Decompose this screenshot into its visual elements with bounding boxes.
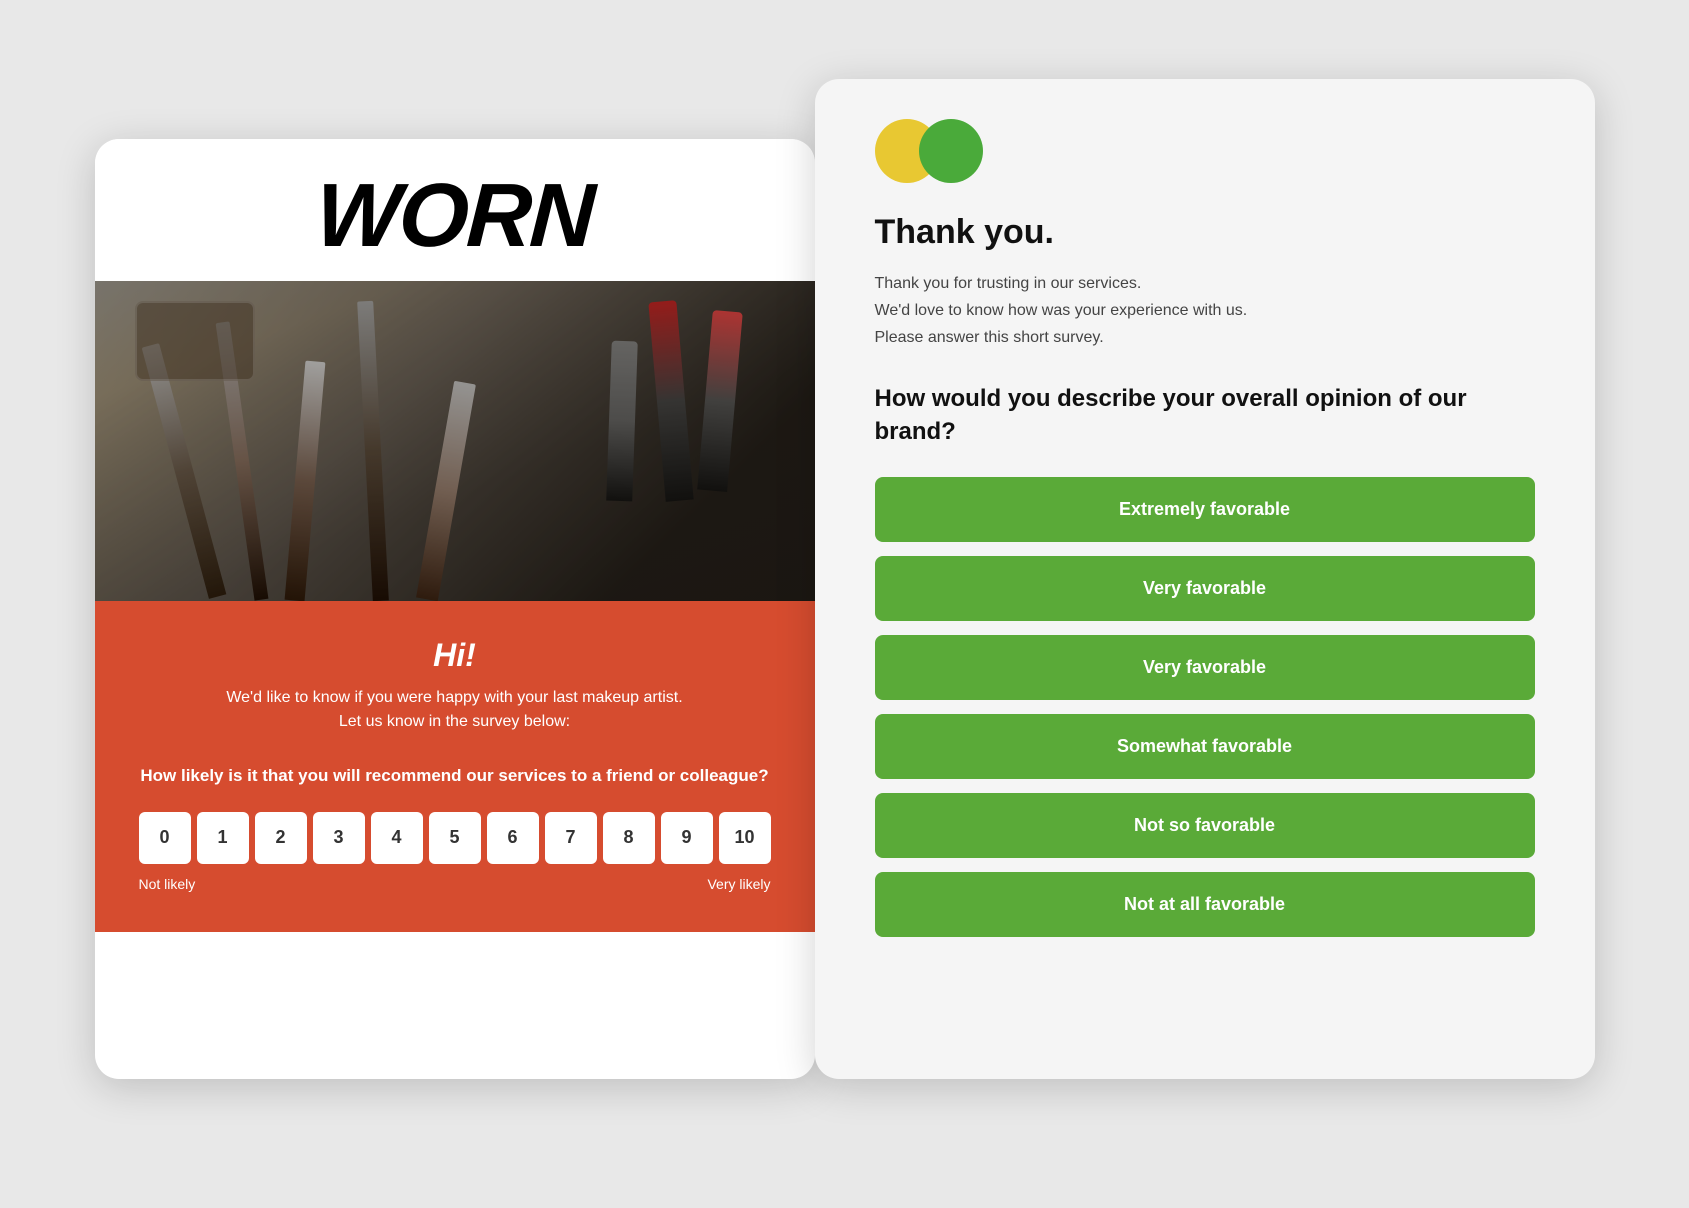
logo-area: WORN xyxy=(95,139,815,281)
survey-options-list: Extremely favorable Very favorable Very … xyxy=(875,477,1535,937)
option-not-at-all-favorable[interactable]: Not at all favorable xyxy=(875,872,1535,937)
nps-1[interactable]: 1 xyxy=(197,812,249,864)
nps-8[interactable]: 8 xyxy=(603,812,655,864)
circle-green xyxy=(919,119,983,183)
greeting-text: Hi! xyxy=(135,637,775,674)
logo-circles xyxy=(875,119,1535,183)
nps-5[interactable]: 5 xyxy=(429,812,481,864)
subtitle-text: We'd like to know if you were happy with… xyxy=(135,686,775,734)
thank-you-description: Thank you for trusting in our services. … xyxy=(875,270,1535,352)
left-survey-card: WORN Hi! We'd like to know if you were h… xyxy=(95,139,815,1079)
option-not-so-favorable[interactable]: Not so favorable xyxy=(875,793,1535,858)
right-survey-card: Thank you. Thank you for trusting in our… xyxy=(815,79,1595,1079)
option-extremely-favorable[interactable]: Extremely favorable xyxy=(875,477,1535,542)
nps-10[interactable]: 10 xyxy=(719,812,771,864)
option-somewhat-favorable[interactable]: Somewhat favorable xyxy=(875,714,1535,779)
survey-section: Hi! We'd like to know if you were happy … xyxy=(95,601,815,932)
option-very-favorable-1[interactable]: Very favorable xyxy=(875,556,1535,621)
thank-you-title: Thank you. xyxy=(875,213,1535,252)
nps-question-text: How likely is it that you will recommend… xyxy=(135,764,775,788)
nps-6[interactable]: 6 xyxy=(487,812,539,864)
nps-labels: Not likely Very likely xyxy=(135,876,775,892)
nps-3[interactable]: 3 xyxy=(313,812,365,864)
nps-2[interactable]: 2 xyxy=(255,812,307,864)
worn-logo: WORN xyxy=(314,171,596,261)
makeup-image xyxy=(95,281,815,601)
nps-label-right: Very likely xyxy=(707,876,770,892)
nps-label-left: Not likely xyxy=(139,876,196,892)
nps-9[interactable]: 9 xyxy=(661,812,713,864)
nps-7[interactable]: 7 xyxy=(545,812,597,864)
option-very-favorable-2[interactable]: Very favorable xyxy=(875,635,1535,700)
survey-question-text: How would you describe your overall opin… xyxy=(875,382,1535,449)
nps-0[interactable]: 0 xyxy=(139,812,191,864)
nps-4[interactable]: 4 xyxy=(371,812,423,864)
nps-scale: 0 1 2 3 4 5 6 7 8 9 10 xyxy=(135,812,775,864)
